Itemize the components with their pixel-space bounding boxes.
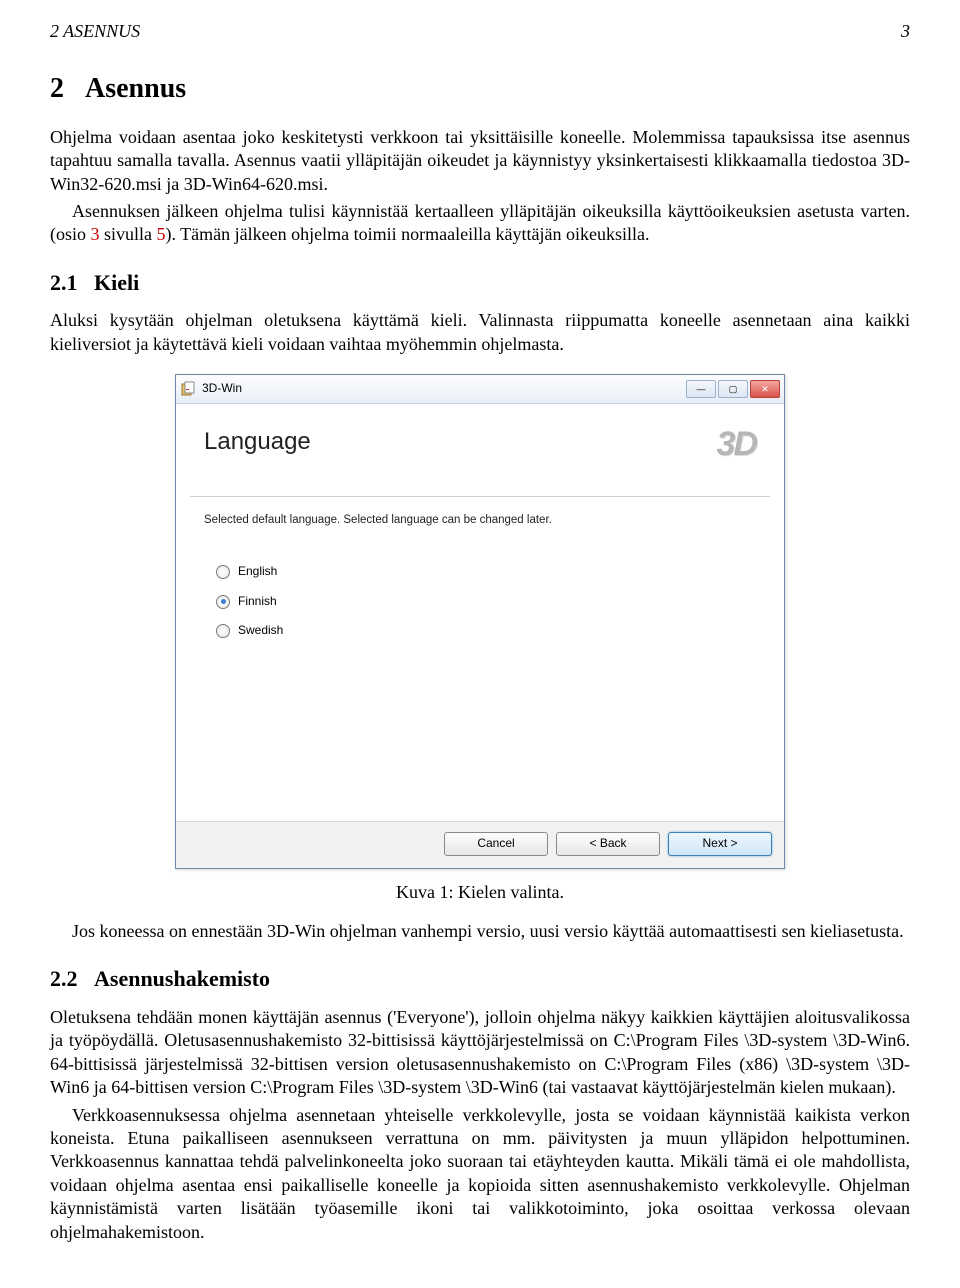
cancel-button[interactable]: Cancel [444, 832, 548, 856]
radio-finnish[interactable]: Finnish [216, 594, 756, 610]
next-button[interactable]: Next > [668, 832, 772, 856]
radio-label: Finnish [238, 594, 277, 610]
dialog-heading: Language [204, 426, 756, 457]
subsection-asennushakemisto: 2.2 Asennushakemisto [50, 965, 910, 994]
radio-icon [216, 624, 230, 638]
header-left: 2 ASENNUS [50, 20, 140, 43]
radio-english[interactable]: English [216, 564, 756, 580]
paragraph-kieli: Aluksi kysytään ohjelman oletuksena käyt… [50, 309, 910, 356]
figure-caption: Kuva 1: Kielen valinta. [50, 881, 910, 904]
paragraph-install-dir: Oletuksena tehdään monen käyttäjän asenn… [50, 1006, 910, 1100]
brand-logo: 3D [717, 422, 756, 466]
figure-language-dialog: 3D-Win — ▢ ✕ 3D Language Selected defaul… [175, 374, 785, 869]
radio-swedish[interactable]: Swedish [216, 623, 756, 639]
maximize-button[interactable]: ▢ [718, 380, 748, 398]
xref-page[interactable]: 5 [157, 224, 166, 244]
radio-icon [216, 565, 230, 579]
header-right: 3 [901, 20, 910, 43]
paragraph-intro: Ohjelma voidaan asentaa joko keskitetyst… [50, 126, 910, 196]
titlebar[interactable]: 3D-Win — ▢ ✕ [176, 375, 784, 404]
button-row: Cancel < Back Next > [176, 821, 784, 868]
subsection-number: 2.2 [50, 966, 78, 991]
radio-icon [216, 595, 230, 609]
separator [190, 496, 770, 497]
xref-section[interactable]: 3 [91, 224, 100, 244]
minimize-button[interactable]: — [686, 380, 716, 398]
section-title: Asennus [85, 73, 186, 104]
paragraph-network-install: Verkkoasennuksessa ohjelma asennetaan yh… [50, 1104, 910, 1244]
window-title: 3D-Win [202, 381, 686, 397]
paragraph-after-install: Asennuksen jälkeen ohjelma tulisi käynni… [50, 200, 910, 247]
radio-label: Swedish [238, 623, 283, 639]
subsection-title: Kieli [94, 270, 139, 295]
close-button[interactable]: ✕ [750, 380, 780, 398]
section-heading: 2 Asennus [50, 71, 910, 107]
installer-window: 3D-Win — ▢ ✕ 3D Language Selected defaul… [175, 374, 785, 869]
subsection-kieli: 2.1 Kieli [50, 269, 910, 298]
dialog-description: Selected default language. Selected lang… [204, 513, 756, 528]
section-number: 2 [50, 73, 64, 104]
radio-label: English [238, 564, 277, 580]
paragraph-existing: Jos koneessa on ennestään 3D-Win ohjelma… [50, 920, 910, 943]
subsection-title: Asennushakemisto [94, 966, 270, 991]
installer-icon [180, 381, 196, 397]
back-button[interactable]: < Back [556, 832, 660, 856]
subsection-number: 2.1 [50, 270, 78, 295]
page-header: 2 ASENNUS 3 [50, 20, 910, 43]
